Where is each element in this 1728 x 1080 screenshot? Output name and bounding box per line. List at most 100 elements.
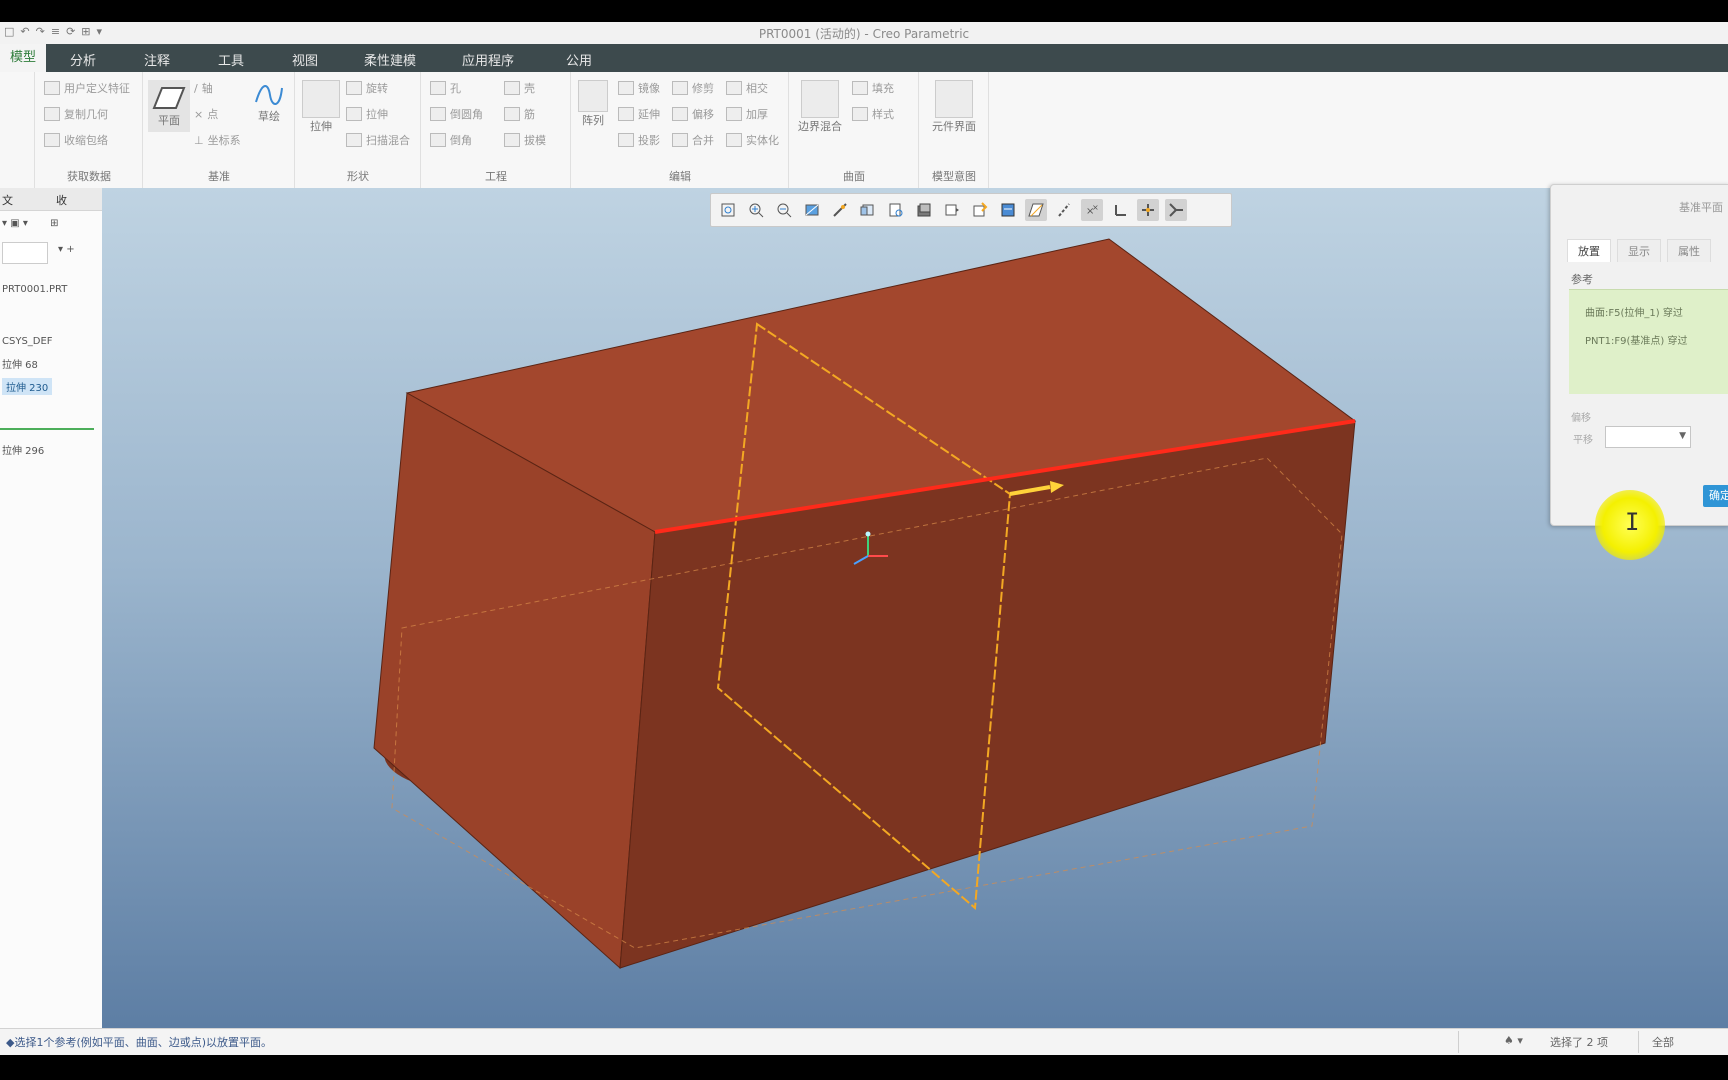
tab-analysis[interactable]: 分析 xyxy=(70,50,96,69)
translation-select[interactable]: ▼ xyxy=(1605,426,1691,448)
tree-row[interactable]: PRT0001.PRT xyxy=(2,284,67,295)
thicken-button[interactable]: 加厚 xyxy=(726,106,768,122)
tab-model[interactable]: 模型 xyxy=(0,44,47,72)
ribbon-item-copy-geometry[interactable]: 复制几何 xyxy=(44,106,108,122)
status-message: ◆选择1个参考(例如平面、曲面、边或点)以放置平面。 xyxy=(6,1036,273,1049)
tree-row[interactable]: CSYS_DEF xyxy=(2,336,53,347)
filter-select[interactable]: 全部 xyxy=(1652,1034,1674,1050)
swept-blend-icon xyxy=(346,133,362,147)
datum-point-button[interactable]: × 点 xyxy=(194,106,218,122)
merge-button[interactable]: 合并 xyxy=(672,132,714,148)
sketch-button[interactable]: 草绘 xyxy=(254,82,284,124)
ribbon-tabs: 模型 分析 注释 工具 视图 柔性建模 应用程序 公用 xyxy=(0,44,1728,72)
group-label[interactable]: 形状 xyxy=(296,168,420,184)
project-button[interactable]: 投影 xyxy=(618,132,660,148)
tab-placement[interactable]: 放置 xyxy=(1567,239,1611,262)
tree-row-selected[interactable]: 拉伸 230 xyxy=(2,378,53,395)
model-tree-tab[interactable]: 文 xyxy=(2,192,13,208)
zoom-out-icon[interactable] xyxy=(773,199,795,221)
datum-csys-button[interactable]: ⊥ 坐标系 xyxy=(194,132,241,148)
ribbon-item-udf[interactable]: 用户定义特征 xyxy=(44,80,130,96)
plane-display-icon[interactable] xyxy=(1025,199,1047,221)
datum-plane-button[interactable]: 平面 xyxy=(148,80,190,132)
saved-orientations-icon[interactable] xyxy=(829,199,851,221)
datum-axis-button[interactable]: / 轴 xyxy=(194,80,213,96)
intersect-button[interactable]: 相交 xyxy=(726,80,768,96)
sketch-curve-icon xyxy=(255,85,283,105)
merge-icon xyxy=(672,133,688,147)
pattern-button[interactable]: 阵列 xyxy=(578,80,608,128)
references-list[interactable]: 曲面:F5(拉伸_1) 穿过 PNT1:F9(基准点) 穿过 xyxy=(1569,289,1728,394)
group-label[interactable]: 编辑 xyxy=(572,168,788,184)
datum-plane-dialog: 基准平面 放置 显示 属性 参考 曲面:F5(拉伸_1) 穿过 PNT1:F9(… xyxy=(1550,184,1728,526)
tab-public[interactable]: 公用 xyxy=(566,50,592,69)
view-manager-icon[interactable] xyxy=(885,199,907,221)
tree-row[interactable]: 拉伸 68 xyxy=(2,356,38,371)
point-display-icon[interactable]: × × xyxy=(1081,199,1103,221)
style-button[interactable]: 样式 xyxy=(852,106,894,122)
group-label[interactable]: 工程 xyxy=(422,168,570,184)
tab-flexible-modeling[interactable]: 柔性建模 xyxy=(364,50,416,69)
chamfer-button[interactable]: 倒角 xyxy=(430,132,472,148)
named-views-icon[interactable] xyxy=(857,199,879,221)
group-label[interactable]: 曲面 xyxy=(790,168,918,184)
rib-icon xyxy=(504,107,520,121)
insert-here-separator[interactable] xyxy=(0,428,94,430)
graphics-viewport[interactable] xyxy=(102,188,1728,1028)
sketch-view-icon[interactable] xyxy=(1165,199,1187,221)
tree-toolbar[interactable]: ▾ ▣ ▾ ⊞ xyxy=(2,218,58,229)
revolve-button[interactable]: 旋转 xyxy=(346,80,388,96)
group-label[interactable]: 基准 xyxy=(144,168,294,184)
selection-filter-icon[interactable]: ♠ ▾ xyxy=(1504,1034,1523,1047)
window-title: PRT0001 (活动的) - Creo Parametric xyxy=(758,27,970,41)
swept-blend-button[interactable]: 扫描混合 xyxy=(346,132,410,148)
reference-item[interactable]: 曲面:F5(拉伸_1) 穿过 xyxy=(1585,304,1683,319)
spin-center-icon[interactable] xyxy=(969,199,991,221)
csys-origin-marker xyxy=(865,531,871,537)
repaint-icon[interactable] xyxy=(801,199,823,221)
tree-filter-input[interactable] xyxy=(2,242,48,264)
graphics-toolbar: × × xyxy=(710,193,1232,227)
boundary-blend-button[interactable]: 边界混合 xyxy=(798,80,842,134)
zoom-fit-icon[interactable] xyxy=(717,199,739,221)
ok-button[interactable]: 确定 xyxy=(1703,485,1728,507)
group-label[interactable]: 模型意图 xyxy=(920,168,988,184)
ribbon-item-shrinkwrap[interactable]: 收缩包络 xyxy=(44,132,108,148)
component-interface-button[interactable]: 元件界面 xyxy=(932,80,976,134)
annotation-display-icon[interactable] xyxy=(997,199,1019,221)
zoom-in-icon[interactable] xyxy=(745,199,767,221)
offset-button[interactable]: 偏移 xyxy=(672,106,714,122)
hole-button[interactable]: 孔 xyxy=(430,80,461,96)
tab-annotate[interactable]: 注释 xyxy=(144,50,170,69)
tab-tools[interactable]: 工具 xyxy=(218,50,244,69)
tab-properties[interactable]: 属性 xyxy=(1667,239,1711,262)
extrude-small-button[interactable]: 拉伸 xyxy=(346,106,388,122)
folder-tab[interactable]: 收 xyxy=(56,192,67,208)
reference-item[interactable]: PNT1:F9(基准点) 穿过 xyxy=(1585,332,1687,347)
selection-count[interactable]: 选择了 2 项 xyxy=(1550,1034,1608,1050)
axis-display-icon[interactable] xyxy=(1053,199,1075,221)
fill-button[interactable]: 填充 xyxy=(852,80,894,96)
rib-button[interactable]: 筋 xyxy=(504,106,535,122)
group-label[interactable]: 获取数据 xyxy=(36,168,142,184)
solidify-button[interactable]: 实体化 xyxy=(726,132,779,148)
display-style-icon[interactable] xyxy=(913,199,935,221)
text-cursor-icon: I xyxy=(1625,508,1640,536)
trim-button[interactable]: 修剪 xyxy=(672,80,714,96)
extrude-button[interactable]: 拉伸 xyxy=(302,80,340,134)
shell-button[interactable]: 壳 xyxy=(504,80,535,96)
spin-center-toggle-icon[interactable] xyxy=(1137,199,1159,221)
tree-add-icon[interactable]: ▾ + xyxy=(58,244,75,255)
tree-row[interactable]: 拉伸 296 xyxy=(2,442,44,457)
tab-applications[interactable]: 应用程序 xyxy=(462,50,514,69)
draft-button[interactable]: 拔模 xyxy=(504,132,546,148)
mirror-button[interactable]: 镜像 xyxy=(618,80,660,96)
csys-display-icon[interactable] xyxy=(1109,199,1131,221)
perspective-icon[interactable] xyxy=(941,199,963,221)
copy-geometry-icon xyxy=(44,107,60,121)
tab-display[interactable]: 显示 xyxy=(1617,239,1661,262)
part-model[interactable] xyxy=(102,188,1728,1028)
extend-button[interactable]: 延伸 xyxy=(618,106,660,122)
round-button[interactable]: 倒圆角 xyxy=(430,106,483,122)
tab-view[interactable]: 视图 xyxy=(292,50,318,69)
